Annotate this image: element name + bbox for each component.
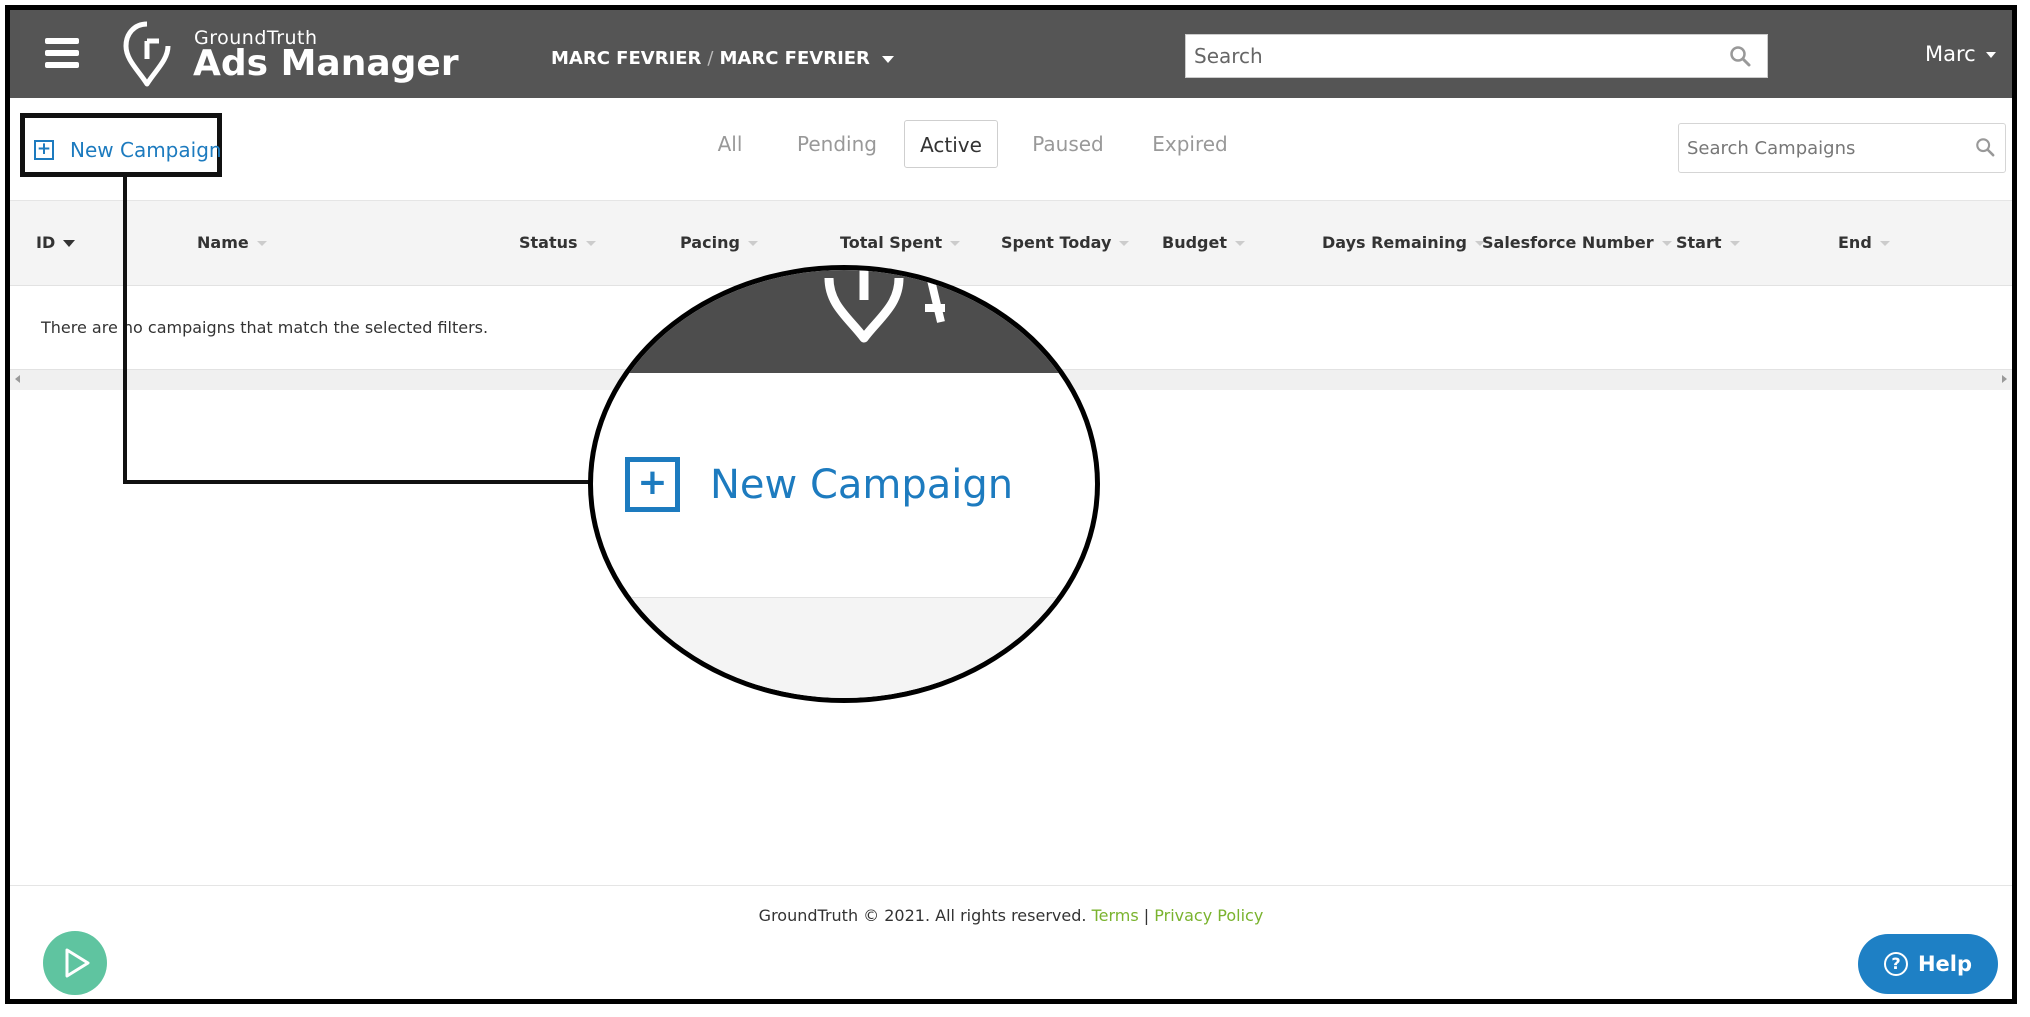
new-campaign-label: New Campaign [70, 138, 222, 162]
privacy-policy-link[interactable]: Privacy Policy [1154, 906, 1263, 925]
column-budget-label: Budget [1162, 233, 1227, 252]
column-salesforce-number-label: Salesforce Number [1482, 233, 1654, 252]
scroll-left-icon[interactable] [15, 375, 20, 383]
global-search-input[interactable] [1186, 35, 1716, 77]
footer-separator: | [1143, 906, 1150, 925]
scroll-right-icon[interactable] [2002, 375, 2007, 383]
zoom-new-campaign: + New Campaign [625, 457, 1013, 512]
sort-icon [256, 241, 267, 246]
column-pacing-label: Pacing [680, 233, 740, 252]
sort-desc-icon [63, 240, 76, 247]
sort-icon [1661, 241, 1672, 246]
plus-icon: + [625, 457, 680, 512]
column-days-remaining[interactable]: Days Remaining [1322, 233, 1485, 252]
tab-active[interactable]: Active [904, 120, 998, 168]
new-campaign-button[interactable]: + New Campaign [34, 138, 222, 162]
column-total-spent-label: Total Spent [840, 233, 943, 252]
column-total-spent[interactable]: Total Spent [840, 233, 961, 252]
column-id[interactable]: ID [36, 233, 76, 252]
footer: GroundTruth © 2021. All rights reserved.… [10, 906, 2012, 925]
callout-connector [123, 177, 127, 483]
plus-icon: + [34, 140, 54, 160]
chevron-down-icon [881, 55, 894, 63]
hamburger-menu-icon[interactable] [45, 38, 79, 74]
sort-icon [747, 241, 758, 246]
user-name: Marc [1925, 42, 1976, 66]
user-menu[interactable]: Marc [1925, 42, 1996, 66]
column-spent-today-label: Spent Today [1001, 233, 1112, 252]
question-icon: ? [1883, 952, 1908, 976]
tab-pending[interactable]: Pending [792, 120, 882, 168]
global-search [1185, 34, 1768, 78]
search-icon[interactable] [1729, 45, 1751, 67]
column-start-label: Start [1676, 233, 1722, 252]
help-button[interactable]: ? Help [1858, 934, 1998, 994]
callout-connector [123, 480, 590, 484]
sort-icon [1119, 241, 1130, 246]
column-spent-today[interactable]: Spent Today [1001, 233, 1130, 252]
terms-link[interactable]: Terms [1092, 906, 1139, 925]
sort-icon [585, 241, 596, 246]
column-start[interactable]: Start [1676, 233, 1740, 252]
groundtruth-logo-icon [824, 270, 945, 343]
zoom-logo-fragment [653, 292, 677, 300]
empty-message: There are no campaigns that match the se… [41, 318, 489, 337]
sort-icon [1235, 241, 1245, 246]
campaign-search-input[interactable] [1679, 124, 1969, 172]
sort-icon [1729, 241, 1740, 246]
brand-title: Ads Manager [193, 43, 459, 84]
tab-paused[interactable]: Paused [1030, 120, 1106, 168]
column-budget[interactable]: Budget [1162, 233, 1245, 252]
account-primary: MARC FEVRIER [551, 48, 702, 69]
sort-icon [950, 241, 961, 246]
groundtruth-logo-icon [123, 21, 171, 87]
column-salesforce-number[interactable]: Salesforce Number [1482, 233, 1672, 252]
campaign-search [1678, 123, 2006, 173]
chevron-down-icon [1985, 52, 1996, 58]
help-label: Help [1917, 952, 1973, 976]
column-name[interactable]: Name [197, 233, 267, 252]
column-pacing[interactable]: Pacing [680, 233, 758, 252]
tab-all[interactable]: All [710, 120, 750, 168]
search-icon[interactable] [1975, 137, 1995, 157]
play-icon [65, 948, 90, 978]
app-window: GroundTruth Ads Manager MARC FEVRIER / MAR… [5, 5, 2017, 1004]
account-switcher[interactable]: MARC FEVRIER / MARC FEVRIER [551, 48, 894, 69]
copyright-text: GroundTruth © 2021. All rights reserved. [758, 906, 1087, 925]
zoom-header-bg [593, 270, 1095, 373]
column-status[interactable]: Status [519, 233, 596, 252]
zoom-callout: + New Campaign [588, 265, 1100, 703]
footer-divider [10, 885, 2012, 886]
tab-expired[interactable]: Expired [1150, 120, 1230, 168]
column-name-label: Name [197, 233, 249, 252]
column-status-label: Status [519, 233, 578, 252]
top-bar: GroundTruth Ads Manager MARC FEVRIER / MAR… [10, 10, 2012, 98]
account-secondary: MARC FEVRIER [719, 48, 870, 69]
zoom-table-header-bg [593, 597, 1095, 698]
zoom-new-campaign-label: New Campaign [710, 461, 1014, 508]
column-end[interactable]: End [1838, 233, 1890, 252]
column-id-label: ID [36, 233, 56, 252]
column-end-label: End [1838, 233, 1872, 252]
play-button[interactable] [43, 931, 107, 995]
account-separator: / [707, 48, 714, 69]
column-days-remaining-label: Days Remaining [1322, 233, 1467, 252]
sort-icon [1879, 241, 1890, 246]
